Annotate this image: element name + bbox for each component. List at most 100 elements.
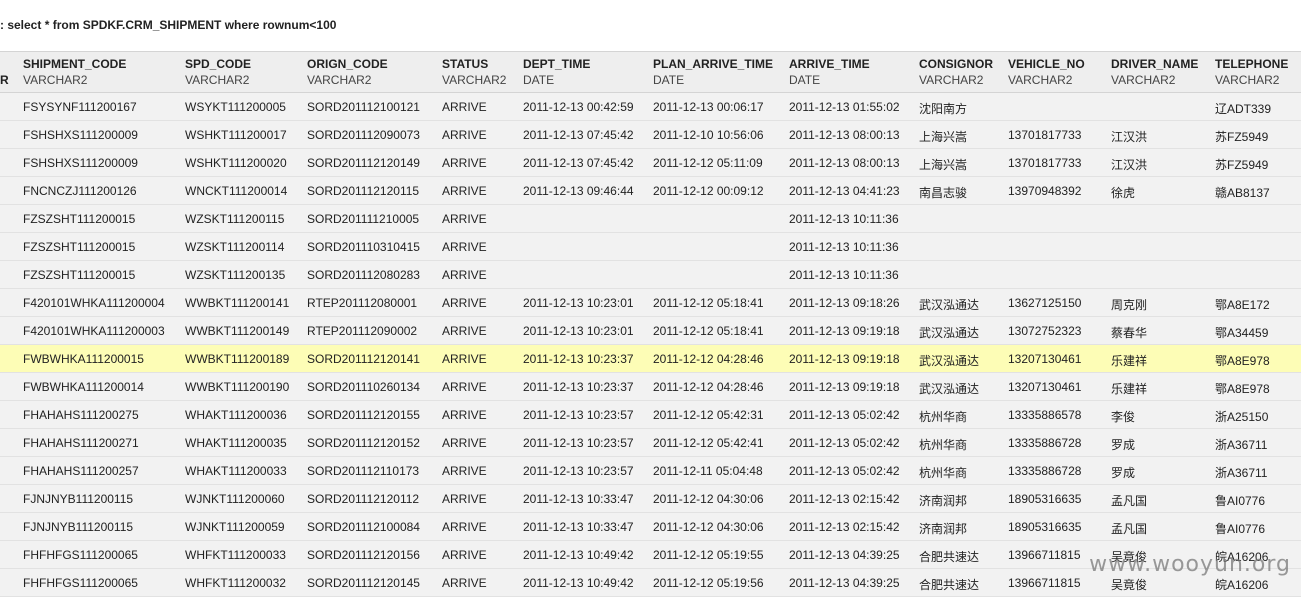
cell-consignor: 合肥共速达	[919, 550, 980, 564]
column-name: ORIGN_CODE	[307, 57, 388, 71]
cell-shipment-code: F420101WHKA111200003	[23, 324, 165, 338]
column-type: VARCHAR2	[1111, 73, 1176, 87]
column-header-plan-arrive-time[interactable]: PLAN_ARRIVE_TIME DATE	[653, 56, 773, 88]
cell-shipment-code: F420101WHKA111200004	[23, 296, 165, 310]
cell-telephone: 鄂A8E978	[1215, 354, 1270, 368]
cell-vehicle-no: 13335886728	[1008, 436, 1082, 450]
cell-spd-code: WHFKT111200032	[185, 576, 286, 590]
cell-plan-arrive-time: 2011-12-12 05:18:41	[653, 296, 764, 310]
cell-spd-code: WSHKT111200017	[185, 128, 287, 142]
cell-telephone: 鄂A34459	[1215, 326, 1269, 340]
column-header-arrive-time[interactable]: ARRIVE_TIME DATE	[789, 56, 870, 88]
cell-status: ARRIVE	[442, 100, 487, 114]
column-header-dept-time[interactable]: DEPT_TIME DATE	[523, 56, 590, 88]
table-row[interactable]: FZSZSHT111200015 WZSKT111200135 SORD201112…	[0, 261, 1301, 289]
table-row[interactable]: FHAHAHS111200271 WHAKT111200035 SORD201112…	[0, 429, 1301, 457]
cell-spd-code: WSYKT111200005	[185, 100, 286, 114]
column-header-status[interactable]: STATUS VARCHAR2	[442, 56, 506, 88]
cell-driver-name: 蔡春华	[1111, 326, 1148, 340]
cell-orign-code: SORD201112100121	[307, 100, 420, 114]
cell-orign-code: SORD201112090073	[307, 128, 420, 142]
cell-shipment-code: FHAHAHS111200271	[23, 436, 139, 450]
cell-consignor: 济南润邦	[919, 522, 968, 536]
cell-driver-name: 江汉洪	[1111, 130, 1148, 144]
table-row[interactable]: FHAHAHS111200257 WHAKT111200033 SORD201112…	[0, 457, 1301, 485]
table-row[interactable]: FZSZSHT111200015 WZSKT111200114 SORD201110…	[0, 233, 1301, 261]
cell-driver-name: 孟凡国	[1111, 494, 1148, 508]
cell-consignor: 济南润邦	[919, 494, 968, 508]
cell-dept-time: 2011-12-13 07:45:42	[523, 128, 634, 142]
table-row[interactable]: FWBWHKA111200015 WWBKT111200189 SORD201112…	[0, 345, 1301, 373]
column-type: VARCHAR2	[185, 73, 250, 87]
cell-plan-arrive-time: 2011-12-12 04:28:46	[653, 352, 764, 366]
column-type: DATE	[789, 73, 821, 87]
cell-telephone: 鲁AI0776	[1215, 494, 1266, 508]
table-row[interactable]: FJNJNYB111200115 WJNKT111200059 SORD201112…	[0, 513, 1301, 541]
cell-shipment-code: FJNJNYB111200115	[23, 492, 134, 506]
column-header-orign-code[interactable]: ORIGN_CODE VARCHAR2	[307, 56, 388, 88]
cell-consignor: 上海兴嵩	[919, 158, 968, 172]
cell-arrive-time: 2011-12-13 05:02:42	[789, 408, 900, 422]
table-row[interactable]: FSHSHXS111200009 WSHKT111200020 SORD201112…	[0, 149, 1301, 177]
cell-driver-name: 周克刚	[1111, 298, 1148, 312]
row-number-header: R	[0, 73, 9, 87]
cell-orign-code: SORD201112100084	[307, 520, 420, 534]
column-name: DEPT_TIME	[523, 57, 591, 71]
column-name: TELEPHONE	[1215, 57, 1289, 71]
column-header-shipment-code[interactable]: SHIPMENT_CODE VARCHAR2	[23, 56, 126, 88]
table-row[interactable]: F420101WHKA111200004 WWBKT111200141 RTEP20…	[0, 289, 1301, 317]
cell-status: ARRIVE	[442, 520, 487, 534]
table-row[interactable]: FNCNCZJ111200126 WNCKT111200014 SORD201112…	[0, 177, 1301, 205]
cell-vehicle-no: 13970948392	[1008, 184, 1082, 198]
cell-consignor: 杭州华商	[919, 438, 968, 452]
cell-shipment-code: FHFHFGS111200065	[23, 576, 138, 590]
cell-status: ARRIVE	[442, 324, 487, 338]
cell-telephone: 苏FZ5949	[1215, 130, 1269, 144]
column-name: PLAN_ARRIVE_TIME	[653, 57, 774, 71]
cell-spd-code: WWBKT111200189	[185, 352, 290, 366]
table-row[interactable]: FZSZSHT111200015 WZSKT111200115 SORD201111…	[0, 205, 1301, 233]
column-header-consignor[interactable]: CONSIGNOR VARCHAR2	[919, 56, 993, 88]
cell-telephone: 赣AB8137	[1215, 186, 1270, 200]
column-header-vehicle-no[interactable]: VEHICLE_NO VARCHAR2	[1008, 56, 1085, 88]
cell-shipment-code: FZSZSHT111200015	[23, 240, 136, 254]
column-name: ARRIVE_TIME	[789, 57, 870, 71]
cell-arrive-time: 2011-12-13 10:11:36	[789, 240, 899, 254]
column-type: VARCHAR2	[307, 73, 372, 87]
cell-shipment-code: FHAHAHS111200275	[23, 408, 139, 422]
cell-orign-code: SORD201112120145	[307, 576, 420, 590]
cell-status: ARRIVE	[442, 408, 487, 422]
cell-status: ARRIVE	[442, 296, 487, 310]
column-type: VARCHAR2	[1008, 73, 1073, 87]
cell-spd-code: WWBKT111200190	[185, 380, 290, 394]
cell-arrive-time: 2011-12-13 01:55:02	[789, 100, 900, 114]
table-row[interactable]: F420101WHKA111200003 WWBKT111200149 RTEP20…	[0, 317, 1301, 345]
cell-telephone: 浙A36711	[1215, 438, 1268, 452]
cell-plan-arrive-time: 2011-12-12 05:42:31	[653, 408, 764, 422]
table-row[interactable]: FSHSHXS111200009 WSHKT111200017 SORD201112…	[0, 121, 1301, 149]
cell-plan-arrive-time: 2011-12-12 05:18:41	[653, 324, 764, 338]
cell-status: ARRIVE	[442, 380, 487, 394]
table-row[interactable]: FSYSYNF111200167 WSYKT111200005 SORD201112…	[0, 93, 1301, 121]
cell-spd-code: WJNKT111200059	[185, 520, 285, 534]
cell-vehicle-no: 13335886728	[1008, 464, 1082, 478]
cell-arrive-time: 2011-12-13 09:19:18	[789, 324, 900, 338]
column-type: VARCHAR2	[1215, 73, 1280, 87]
column-header-spd-code[interactable]: SPD_CODE VARCHAR2	[185, 56, 251, 88]
table-row[interactable]: FHAHAHS111200275 WHAKT111200036 SORD201112…	[0, 401, 1301, 429]
cell-plan-arrive-time: 2011-12-11 05:04:48	[653, 464, 763, 478]
table-row[interactable]: FJNJNYB111200115 WJNKT111200060 SORD201112…	[0, 485, 1301, 513]
column-name: STATUS	[442, 57, 489, 71]
cell-spd-code: WHAKT111200036	[185, 408, 287, 422]
cell-spd-code: WZSKT111200114	[185, 240, 285, 254]
cell-orign-code: SORD201112120149	[307, 156, 420, 170]
column-header-telephone[interactable]: TELEPHONE VARCHAR2	[1215, 56, 1288, 88]
table-row[interactable]: FWBWHKA111200014 WWBKT111200190 SORD201110…	[0, 373, 1301, 401]
cell-dept-time: 2011-12-13 10:23:57	[523, 436, 634, 450]
cell-consignor: 上海兴嵩	[919, 130, 968, 144]
cell-spd-code: WZSKT111200115	[185, 212, 285, 226]
cell-dept-time: 2011-12-13 10:23:57	[523, 408, 634, 422]
column-header-driver-name[interactable]: DRIVER_NAME VARCHAR2	[1111, 56, 1198, 88]
cell-dept-time: 2011-12-13 00:42:59	[523, 100, 634, 114]
grid-header: R SHIPMENT_CODE VARCHAR2 SPD_CODE VARCHAR2 O…	[0, 51, 1301, 93]
